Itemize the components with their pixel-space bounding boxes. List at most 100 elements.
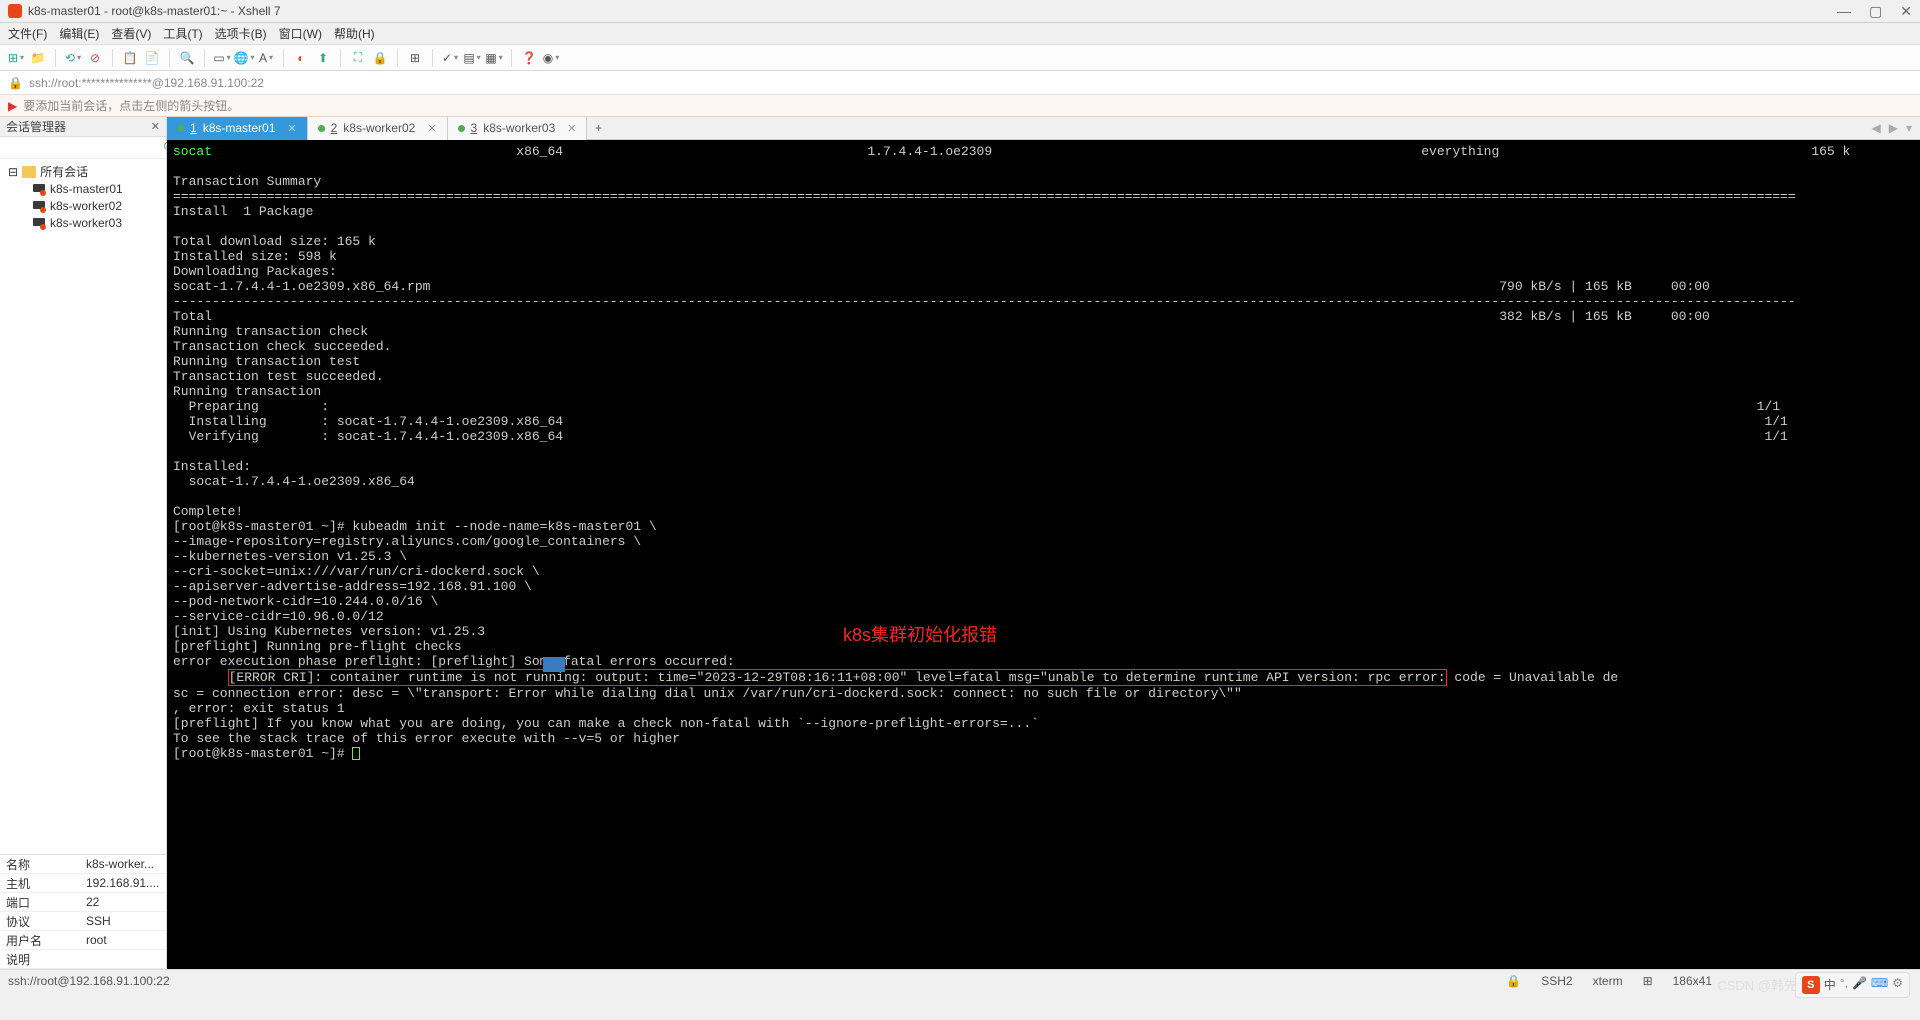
session-icon bbox=[32, 199, 46, 213]
properties-icon[interactable]: ⊞ bbox=[407, 50, 423, 66]
ime-keyboard-icon[interactable]: ⌨ bbox=[1871, 976, 1888, 994]
tab-num: 3 bbox=[471, 121, 478, 135]
tab-row: 1 k8s-master01 ✕ 2 k8s-worker02 ✕ 3 k8s-… bbox=[167, 117, 1920, 140]
address-bar[interactable]: 🔒 ssh://root:***************@192.168.91.… bbox=[0, 71, 1920, 95]
installed-label: Installed: bbox=[173, 459, 251, 474]
maximize-button[interactable]: ▢ bbox=[1869, 3, 1882, 20]
terminal[interactable]: socat x86_64 1.7.4.4-1.oe2309 everything bbox=[167, 140, 1920, 969]
disconnect-icon[interactable]: ⊘ bbox=[87, 50, 103, 66]
compose-icon[interactable]: ▤ bbox=[464, 50, 480, 66]
session-label: k8s-worker03 bbox=[50, 216, 122, 230]
complete: Complete! bbox=[173, 504, 243, 519]
session-icon bbox=[32, 216, 46, 230]
ime-icon[interactable]: S bbox=[1802, 976, 1820, 994]
app-icon bbox=[8, 4, 22, 18]
scheme-icon[interactable]: ▭ bbox=[214, 50, 230, 66]
prop-label: 协议 bbox=[0, 912, 82, 930]
sidebar-close-icon[interactable]: ✕ bbox=[151, 120, 160, 133]
workspace: 会话管理器 ✕ 🔍 ⊟ 所有会话 k8s-master01 k8s-worker… bbox=[0, 117, 1920, 969]
prop-value: root bbox=[82, 931, 166, 949]
error-tail: code = Unavailable de bbox=[1447, 670, 1619, 685]
tab-close-icon[interactable]: ✕ bbox=[567, 122, 576, 135]
tab-worker03[interactable]: 3 k8s-worker03 ✕ bbox=[448, 117, 588, 140]
search-icon[interactable]: 🔍 bbox=[179, 50, 195, 66]
reconnect-icon[interactable]: ⟲ bbox=[65, 50, 81, 66]
tree-root[interactable]: ⊟ 所有会话 bbox=[0, 163, 166, 180]
ime-toolbar[interactable]: S 中 °, 🎤 ⌨ ⚙ bbox=[1795, 972, 1910, 998]
dl-pkg: Downloading Packages: bbox=[173, 264, 337, 279]
session-label: k8s-master01 bbox=[50, 182, 123, 196]
pkg-arch: x86_64 bbox=[516, 144, 563, 159]
paste-icon[interactable]: 📄 bbox=[144, 50, 160, 66]
ime-punct-icon[interactable]: °, bbox=[1840, 976, 1848, 994]
menu-file[interactable]: 文件(F) bbox=[8, 25, 47, 42]
tab-worker02[interactable]: 2 k8s-worker02 ✕ bbox=[308, 117, 448, 140]
color-icon[interactable]: 🌐 bbox=[236, 50, 252, 66]
prop-value bbox=[82, 950, 166, 968]
expand-icon[interactable]: ⊟ bbox=[8, 165, 18, 179]
prop-label: 说明 bbox=[0, 950, 82, 968]
tab-close-icon[interactable]: ✕ bbox=[427, 122, 436, 135]
open-icon[interactable]: 📁 bbox=[30, 50, 46, 66]
sidebar-header: 会话管理器 ✕ bbox=[0, 117, 166, 137]
about-icon[interactable]: ◉ bbox=[543, 50, 559, 66]
fullscreen-icon[interactable]: ⛶ bbox=[350, 50, 366, 66]
ime-settings-icon[interactable]: ⚙ bbox=[1892, 976, 1903, 994]
lock-icon[interactable]: 🔒 bbox=[372, 50, 388, 66]
tab-close-icon[interactable]: ✕ bbox=[287, 122, 296, 135]
menu-tab[interactable]: 选项卡(B) bbox=[215, 25, 267, 42]
close-button[interactable]: ✕ bbox=[1900, 3, 1912, 20]
menu-tools[interactable]: 工具(T) bbox=[163, 25, 202, 42]
pkg-size: 165 k bbox=[1811, 144, 1850, 159]
prop-value: 192.168.91.... bbox=[82, 874, 166, 892]
session-item-worker02[interactable]: k8s-worker02 bbox=[0, 197, 166, 214]
verf-line: Verifying : socat-1.7.4.4-1.oe2309.x86_6… bbox=[173, 429, 1788, 444]
session-item-master01[interactable]: k8s-master01 bbox=[0, 180, 166, 197]
xagent-icon[interactable]: ◐ bbox=[293, 50, 309, 66]
cmd-line: --image-repository=registry.aliyuncs.com… bbox=[173, 534, 641, 549]
selection-cursor bbox=[543, 657, 565, 672]
menu-help[interactable]: 帮助(H) bbox=[334, 25, 375, 42]
divider: ========================================… bbox=[173, 189, 1796, 204]
tab-add-button[interactable]: + bbox=[587, 121, 609, 135]
cmd-line: --apiserver-advertise-address=192.168.91… bbox=[173, 579, 532, 594]
menu-window[interactable]: 窗口(W) bbox=[279, 25, 322, 42]
ime-lang[interactable]: 中 bbox=[1824, 976, 1836, 994]
separator bbox=[432, 49, 433, 67]
tab-master01[interactable]: 1 k8s-master01 ✕ bbox=[167, 117, 308, 140]
menu-view[interactable]: 查看(V) bbox=[111, 25, 151, 42]
cmd-line: --cri-socket=unix:///var/run/cri-dockerd… bbox=[173, 564, 540, 579]
help-icon[interactable]: ❓ bbox=[521, 50, 537, 66]
menubar: 文件(F) 编辑(E) 查看(V) 工具(T) 选项卡(B) 窗口(W) 帮助(… bbox=[0, 23, 1920, 45]
titlebar: k8s-master01 - root@k8s-master01:~ - Xsh… bbox=[0, 0, 1920, 23]
search-input[interactable] bbox=[0, 139, 163, 157]
dl-size: Total download size: 165 k bbox=[173, 234, 376, 249]
tab-num: 2 bbox=[331, 121, 338, 135]
separator bbox=[397, 49, 398, 67]
highlight-icon[interactable]: ✓ bbox=[442, 50, 458, 66]
font-icon[interactable]: A bbox=[258, 50, 274, 66]
preflight-line: [preflight] Running pre-flight checks bbox=[173, 639, 462, 654]
total-line: Total 382 kB/s | 165 kB 00:00 bbox=[173, 309, 1710, 324]
tab-list-icon[interactable]: ▾ bbox=[1906, 121, 1912, 135]
install-line: Install 1 Package bbox=[173, 204, 313, 219]
prop-label: 端口 bbox=[0, 893, 82, 911]
status-pos-icon: ⊞ bbox=[1643, 974, 1653, 988]
separator bbox=[340, 49, 341, 67]
ime-voice-icon[interactable]: 🎤 bbox=[1852, 976, 1867, 994]
prop-value: k8s-worker... bbox=[82, 855, 166, 873]
copy-icon[interactable]: 📋 bbox=[122, 50, 138, 66]
tunnel-icon[interactable]: ▦ bbox=[486, 50, 502, 66]
status-dot bbox=[318, 125, 325, 132]
installed-pkg: socat-1.7.4.4-1.oe2309.x86_64 bbox=[173, 474, 415, 489]
minimize-button[interactable]: — bbox=[1837, 3, 1851, 20]
inst-size: Installed size: 598 k bbox=[173, 249, 337, 264]
new-session-icon[interactable]: ⊞ bbox=[8, 50, 24, 66]
error-line: [preflight] If you know what you are doi… bbox=[173, 716, 1039, 731]
tab-prev-icon[interactable]: ◀ bbox=[1872, 121, 1881, 135]
status-left: ssh://root@192.168.91.100:22 bbox=[8, 974, 170, 988]
session-item-worker03[interactable]: k8s-worker03 bbox=[0, 214, 166, 231]
tab-next-icon[interactable]: ▶ bbox=[1889, 121, 1898, 135]
xftp-icon[interactable]: ⬆ bbox=[315, 50, 331, 66]
menu-edit[interactable]: 编辑(E) bbox=[59, 25, 99, 42]
